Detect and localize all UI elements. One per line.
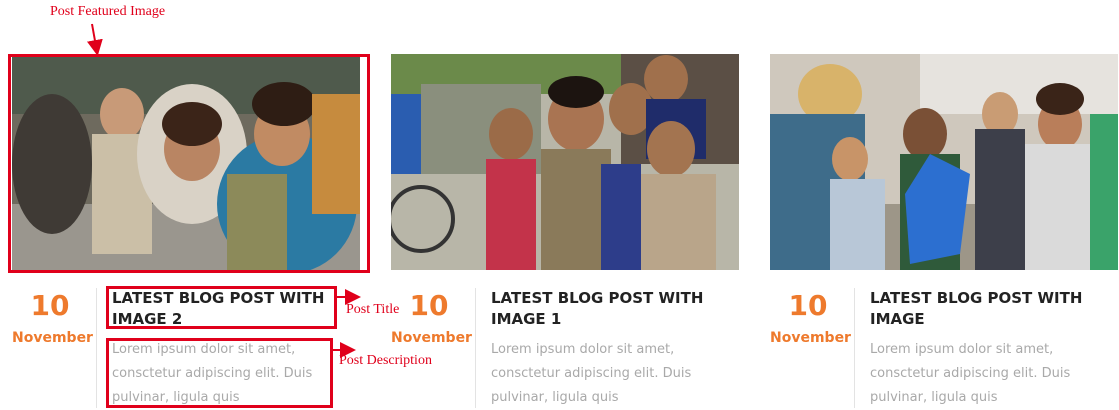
annotation-featured-image: Post Featured Image xyxy=(50,4,166,19)
annotation-post-description: Post Description xyxy=(339,353,432,368)
post-description: Lorem ipsum dolor sit amet, consctetur a… xyxy=(870,342,1071,405)
post-title[interactable]: LATEST BLOG POST WITH IMAGE xyxy=(870,288,1110,330)
divider xyxy=(475,288,476,408)
post-featured-image[interactable] xyxy=(770,54,1118,270)
post-date-day: 10 xyxy=(30,289,70,322)
divider xyxy=(96,288,97,408)
divider xyxy=(854,288,855,408)
post-date-month: November xyxy=(391,330,472,346)
post-date-day: 10 xyxy=(409,289,449,322)
volunteers-giving-gifts-photo xyxy=(770,54,1118,270)
blog-post-card[interactable]: 10 November LATEST BLOG POST WITH IMAGE … xyxy=(770,54,1118,408)
post-meta: 10 November LATEST BLOG POST WITH IMAGE … xyxy=(391,288,741,410)
post-title[interactable]: LATEST BLOG POST WITH IMAGE 1 xyxy=(491,288,731,330)
post-date: 10 November xyxy=(391,289,472,347)
post-description: Lorem ipsum dolor sit amet, consctetur a… xyxy=(491,342,692,405)
post-date-day: 10 xyxy=(788,289,828,322)
post-meta: 10 November LATEST BLOG POST WITH IMAGE … xyxy=(770,288,1119,410)
smiling-kids-photo xyxy=(391,54,739,270)
title-highlight xyxy=(106,286,337,329)
post-date: 10 November xyxy=(770,289,851,347)
blog-post-card[interactable]: 10 November LATEST BLOG POST WITH IMAGE … xyxy=(391,54,739,408)
arrow-featured xyxy=(87,23,103,56)
description-highlight xyxy=(106,338,333,408)
post-date: 10 November xyxy=(12,289,93,347)
featured-image-highlight xyxy=(8,54,370,273)
annotation-post-title: Post Title xyxy=(346,302,400,317)
post-featured-image[interactable] xyxy=(391,54,739,270)
post-date-month: November xyxy=(12,330,93,346)
post-date-month: November xyxy=(770,330,851,346)
